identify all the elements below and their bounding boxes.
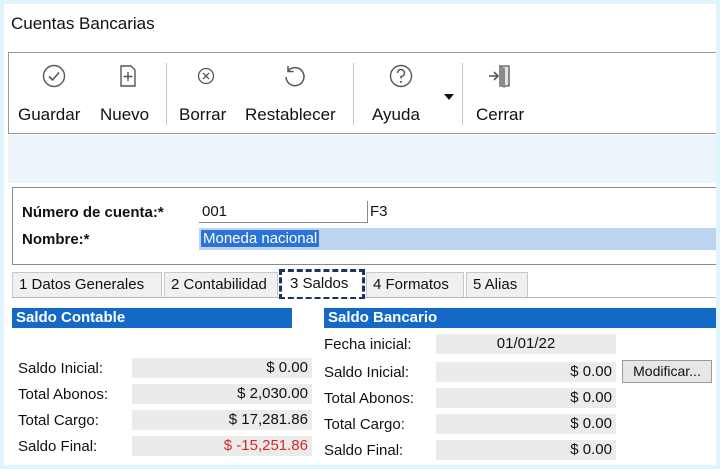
saldos-panel: Saldo Contable Saldo Inicial: $ 0.00 Tot…: [12, 299, 716, 465]
contable-saldo-inicial-value: $ 0.00: [132, 358, 312, 378]
numero-cuenta-label: Número de cuenta:*: [22, 204, 164, 221]
numero-cuenta-input[interactable]: [199, 201, 367, 223]
bancario-total-cargo-value: $ 0.00: [436, 414, 616, 434]
borrar-button[interactable]: Borrar: [171, 53, 237, 133]
guardar-button[interactable]: Guardar: [11, 53, 89, 133]
title-bar: Cuentas Bancarias: [4, 4, 716, 46]
bancario-fecha-inicial-value[interactable]: 01/01/22: [436, 334, 616, 354]
ayuda-label: Ayuda: [372, 105, 420, 124]
cuentas-bancarias-window: Cuentas Bancarias Guardar Nuevo Borrar R…: [4, 4, 716, 465]
contable-saldo-final-value: $ -15,251.86: [132, 436, 312, 456]
guardar-label: Guardar: [18, 105, 81, 124]
bancario-saldo-final-label: Saldo Final:: [324, 442, 404, 459]
bancario-total-cargo-label: Total Cargo:: [324, 416, 405, 433]
ayuda-button[interactable]: Ayuda: [361, 53, 457, 133]
contable-total-abonos-label: Total Abonos:: [18, 386, 109, 403]
contable-saldo-final-label: Saldo Final:: [18, 438, 98, 455]
tab-saldos[interactable]: 3 Saldos: [279, 269, 365, 300]
bancario-saldo-final-value: $ 0.00: [436, 440, 616, 460]
new-document-icon: [120, 65, 136, 87]
tab-formatos[interactable]: 4 Formatos: [366, 272, 464, 297]
borrar-label: Borrar: [179, 105, 227, 124]
nombre-field[interactable]: Moneda nacional: [199, 228, 716, 250]
window-title: Cuentas Bancarias: [11, 14, 155, 33]
saldo-bancario-header: Saldo Bancario: [324, 308, 716, 328]
account-section: Número de cuenta:* F3 Nombre:* Moneda na…: [12, 187, 716, 265]
contable-total-abonos-value: $ 2,030.00: [132, 384, 312, 404]
modificar-button[interactable]: Modificar...: [622, 360, 712, 383]
restablecer-button[interactable]: Restablecer: [241, 53, 349, 133]
tab-datos-generales[interactable]: 1 Datos Generales: [12, 272, 162, 297]
toolbar-separator: [166, 63, 167, 125]
restablecer-label: Restablecer: [245, 105, 336, 124]
tab-alias[interactable]: 5 Alias: [466, 272, 528, 297]
toolbar-band: [8, 135, 716, 183]
f3-lookup-hint[interactable]: F3: [367, 201, 388, 223]
reset-icon: [285, 66, 305, 87]
toolbar: Guardar Nuevo Borrar Restablecer Ayuda C…: [8, 52, 716, 134]
cerrar-button[interactable]: Cerrar: [469, 53, 539, 133]
bancario-fecha-inicial-label: Fecha inicial:: [324, 336, 412, 353]
exit-door-icon: [489, 65, 510, 88]
contable-total-cargo-value: $ 17,281.86: [132, 410, 312, 430]
contable-total-cargo-label: Total Cargo:: [18, 412, 99, 429]
help-icon: [389, 64, 413, 88]
saldo-contable-header: Saldo Contable: [12, 308, 292, 328]
check-circle-icon: [42, 64, 66, 88]
bancario-saldo-inicial-label: Saldo Inicial:: [324, 364, 410, 381]
tab-strip: 1 Datos Generales 2 Contabilidad 3 Saldo…: [12, 269, 716, 300]
nombre-label: Nombre:*: [22, 231, 90, 248]
nuevo-label: Nuevo: [100, 105, 150, 124]
bancario-total-abonos-label: Total Abonos:: [324, 390, 415, 407]
tab-contabilidad[interactable]: 2 Contabilidad: [164, 272, 278, 297]
delete-icon: [197, 67, 215, 85]
dropdown-arrow-icon[interactable]: [443, 93, 455, 101]
toolbar-separator: [462, 63, 463, 125]
cerrar-label: Cerrar: [476, 105, 525, 124]
nombre-selected-text: Moneda nacional: [201, 230, 320, 247]
contable-saldo-inicial-label: Saldo Inicial:: [18, 360, 104, 377]
bancario-total-abonos-value: $ 0.00: [436, 388, 616, 408]
nuevo-button[interactable]: Nuevo: [93, 53, 159, 133]
toolbar-separator: [353, 63, 354, 125]
bancario-saldo-inicial-value: $ 0.00: [436, 362, 616, 382]
